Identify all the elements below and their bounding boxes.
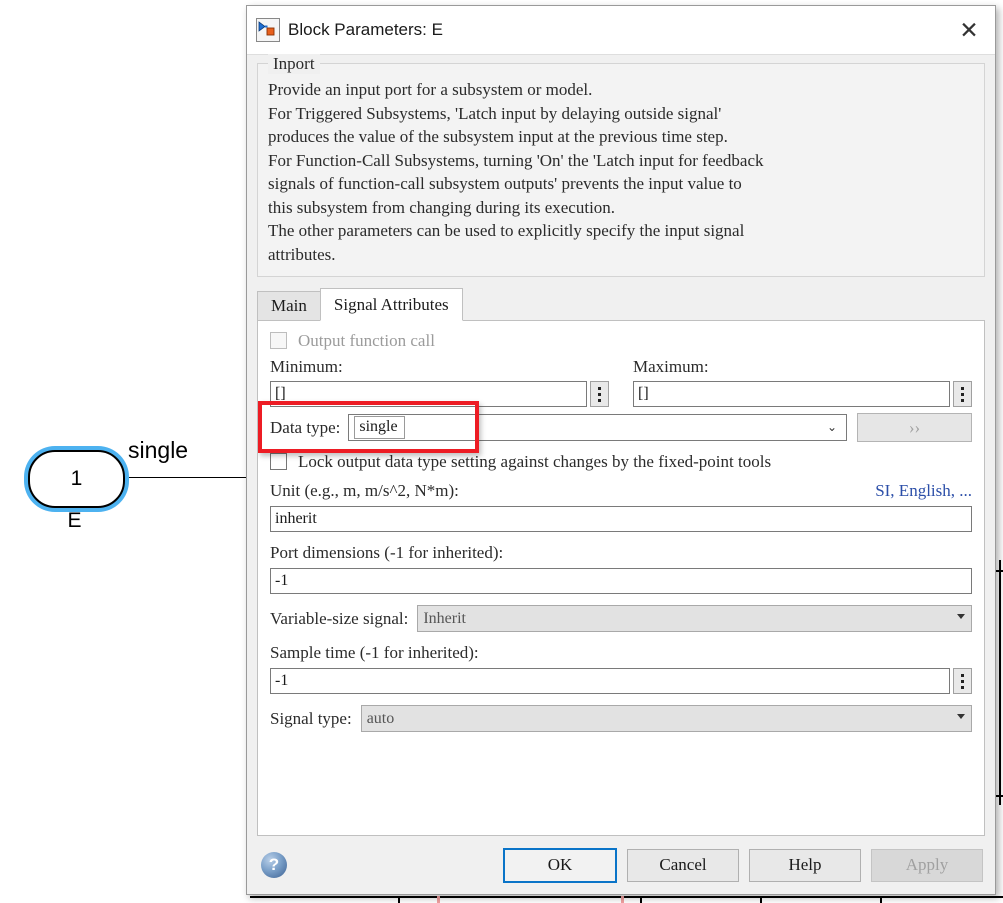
signal-type-annotation: single [128,437,189,463]
unit-label: Unit (e.g., m, m/s^2, N*m): [270,481,459,500]
tab-strip: Main Signal Attributes [257,288,985,321]
dialog-titlebar: Block Parameters: E ✕ [247,6,995,55]
canvas-grid-line [640,896,642,903]
description-line: produces the value of the subsystem inpu… [268,127,728,146]
output-function-call-row: Output function call [270,331,972,351]
lock-output-label: Lock output data type setting against ch… [298,452,772,471]
description-line: Provide an input port for a subsystem or… [268,80,593,99]
description-line: For Triggered Subsystems, 'Latch input b… [268,103,722,123]
description-line: For Function-Call Subsystems, turning 'O… [268,150,764,170]
lock-output-checkbox[interactable] [270,453,287,470]
variable-size-signal-label: Variable-size signal: [270,608,409,628]
signal-type-select[interactable]: auto [360,705,972,732]
inport-block-label: E [67,509,82,532]
ok-button[interactable]: OK [503,847,617,883]
sample-time-row: Sample time (-1 for inherited): [270,643,972,694]
description-line: signals of function-call subsystem outpu… [268,174,742,193]
cancel-button[interactable]: Cancel [627,848,739,882]
variable-size-signal-row: Variable-size signal: Inherit [270,605,972,632]
data-type-value: single [354,416,405,439]
maximum-label: Maximum: [633,357,709,376]
help-button[interactable]: Help [749,848,861,882]
data-type-combobox[interactable]: single ⌄ [348,414,847,441]
maximum-input[interactable] [633,381,950,407]
description-line: attributes. [268,244,336,264]
port-dimensions-input[interactable] [270,568,972,594]
description-line: The other parameters can be used to expl… [268,221,745,240]
data-type-expand-button[interactable]: ›› [857,413,972,442]
tab-signal-attributes[interactable]: Signal Attributes [319,288,463,321]
unit-row: Unit (e.g., m, m/s^2, N*m): SI, English,… [270,481,972,532]
min-max-row: Minimum: Maximum: [270,357,972,407]
apply-button[interactable]: Apply [871,848,983,882]
minimum-group: Minimum: [270,357,609,407]
output-function-call-label: Output function call [298,331,435,350]
port-dimensions-row: Port dimensions (-1 for inherited): [270,543,972,594]
signal-wire [121,477,251,478]
block-parameters-dialog: Block Parameters: E ✕ Inport Provide an … [246,5,996,895]
minimum-options-button[interactable] [590,381,609,407]
inport-port-number: 1 [70,467,83,490]
sample-time-label: Sample time (-1 for inherited): [270,643,479,662]
canvas-grid-line [760,896,762,903]
minimum-input[interactable] [270,381,587,407]
signal-attributes-panel: Output function call Minimum: Maximum: [257,321,985,836]
description-line: this subsystem from changing during its … [268,197,616,217]
dialog-footer: ? OK Cancel Help Apply [247,836,995,894]
lock-output-row: Lock output data type setting against ch… [270,452,972,472]
maximum-group: Maximum: [633,357,972,407]
canvas-grid-line [250,896,1003,898]
output-function-call-checkbox [270,332,287,349]
data-type-label: Data type: [270,417,341,437]
block-description-group: Inport Provide an input port for a subsy… [257,54,985,277]
inport-block-icon [256,18,280,42]
tab-main[interactable]: Main [257,291,321,320]
canvas-grid-line [999,560,1001,805]
minimum-label: Minimum: [270,357,343,376]
unit-input[interactable] [270,506,972,532]
canvas-grid-line [880,896,882,903]
inport-block[interactable]: 1 [28,450,125,508]
signal-type-row: Signal type: auto [270,705,972,732]
canvas-marker [621,896,624,903]
port-dimensions-label: Port dimensions (-1 for inherited): [270,543,504,562]
unit-help-link[interactable]: SI, English, ... [875,481,972,501]
block-description-legend: Inport [268,54,320,74]
signal-type-label: Signal type: [270,708,352,728]
sample-time-options-button[interactable] [953,668,972,694]
canvas-marker [437,896,440,903]
chevron-down-icon: ⌄ [826,420,837,434]
close-icon[interactable]: ✕ [949,13,989,47]
variable-size-signal-select[interactable]: Inherit [417,605,972,632]
data-type-row: Data type: single ⌄ ›› [270,413,972,442]
dialog-title: Block Parameters: E [288,20,443,39]
canvas-grid-line [398,896,400,903]
sample-time-input[interactable] [270,668,950,694]
maximum-options-button[interactable] [953,381,972,407]
help-icon[interactable]: ? [261,852,287,878]
